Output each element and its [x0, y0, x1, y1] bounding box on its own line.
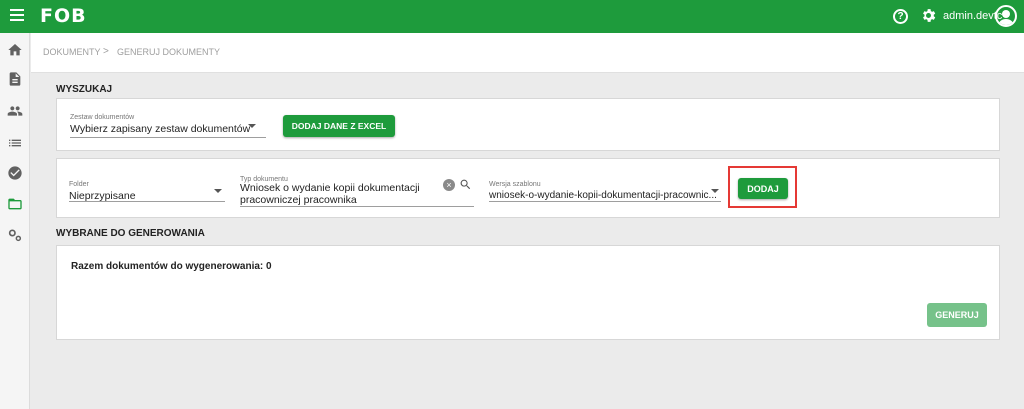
- account-avatar-icon[interactable]: [995, 5, 1017, 27]
- help-icon[interactable]: ?: [893, 9, 908, 24]
- search-icon[interactable]: [459, 178, 472, 191]
- user-name[interactable]: admin.devtc: [943, 10, 1002, 22]
- users-icon[interactable]: [7, 103, 23, 119]
- document-set-label: Zestaw dokumentów: [70, 114, 135, 121]
- generate-button[interactable]: GENERUJ: [927, 303, 987, 327]
- breadcrumb-item-generate: GENERUJ DOKUMENTY: [117, 47, 221, 57]
- breadcrumb-item-documents[interactable]: DOKUMENTY: [43, 47, 101, 57]
- add-excel-data-button[interactable]: DODAJ DANE Z EXCEL: [283, 115, 395, 137]
- document-icon[interactable]: [7, 71, 23, 87]
- search-section-title: WYSZUKAJ: [56, 84, 113, 95]
- settings-icon[interactable]: [7, 227, 23, 243]
- document-row-panel: Folder Nieprzypisane Typ dokumentu Wnios…: [56, 158, 1000, 218]
- breadcrumb: DOKUMENTY > GENERUJ DOKUMENTY: [31, 33, 1024, 73]
- document-set-value: Wybierz zapisany zestaw dokumentów: [70, 123, 251, 135]
- folder-label: Folder: [69, 181, 89, 188]
- document-set-select[interactable]: Zestaw dokumentów Wybierz zapisany zesta…: [70, 114, 266, 138]
- gear-icon[interactable]: [920, 7, 937, 24]
- sidebar: [0, 33, 30, 409]
- folder-open-icon[interactable]: [7, 196, 23, 212]
- document-set-panel: Zestaw dokumentów Wybierz zapisany zesta…: [56, 98, 1000, 151]
- document-type-value-line2: pracowniczej pracownika: [240, 194, 357, 206]
- selected-documents-panel: GENERUJ: [56, 245, 1000, 340]
- document-type-value-line1: Wniosek o wydanie kopii dokumentacji: [240, 182, 420, 194]
- document-type-field[interactable]: Typ dokumentu Wniosek o wydanie kopii do…: [240, 176, 474, 207]
- home-icon[interactable]: [7, 42, 23, 58]
- check-circle-icon[interactable]: [7, 165, 23, 181]
- chevron-down-icon: [214, 189, 222, 193]
- list-icon[interactable]: [7, 135, 23, 151]
- selected-section-title: WYBRANE DO GENEROWANIA: [56, 228, 205, 239]
- chevron-down-icon: [248, 124, 256, 128]
- hamburger-menu-icon[interactable]: [10, 9, 24, 23]
- app-logo[interactable]: FOB: [40, 5, 87, 27]
- chevron-down-icon: [711, 189, 719, 193]
- template-version-select[interactable]: Wersja szablonu wniosek-o-wydanie-kopii-…: [489, 181, 721, 202]
- top-app-bar: FOB ? admin.devtc: [0, 0, 1024, 33]
- folder-select[interactable]: Folder Nieprzypisane: [69, 181, 225, 202]
- template-version-label: Wersja szablonu: [489, 181, 541, 188]
- breadcrumb-separator-icon: >: [103, 46, 109, 57]
- total-documents-text: Razem dokumentów do wygenerowania: 0: [71, 261, 272, 272]
- clear-icon[interactable]: ×: [443, 179, 455, 191]
- add-button-highlight: [728, 166, 797, 208]
